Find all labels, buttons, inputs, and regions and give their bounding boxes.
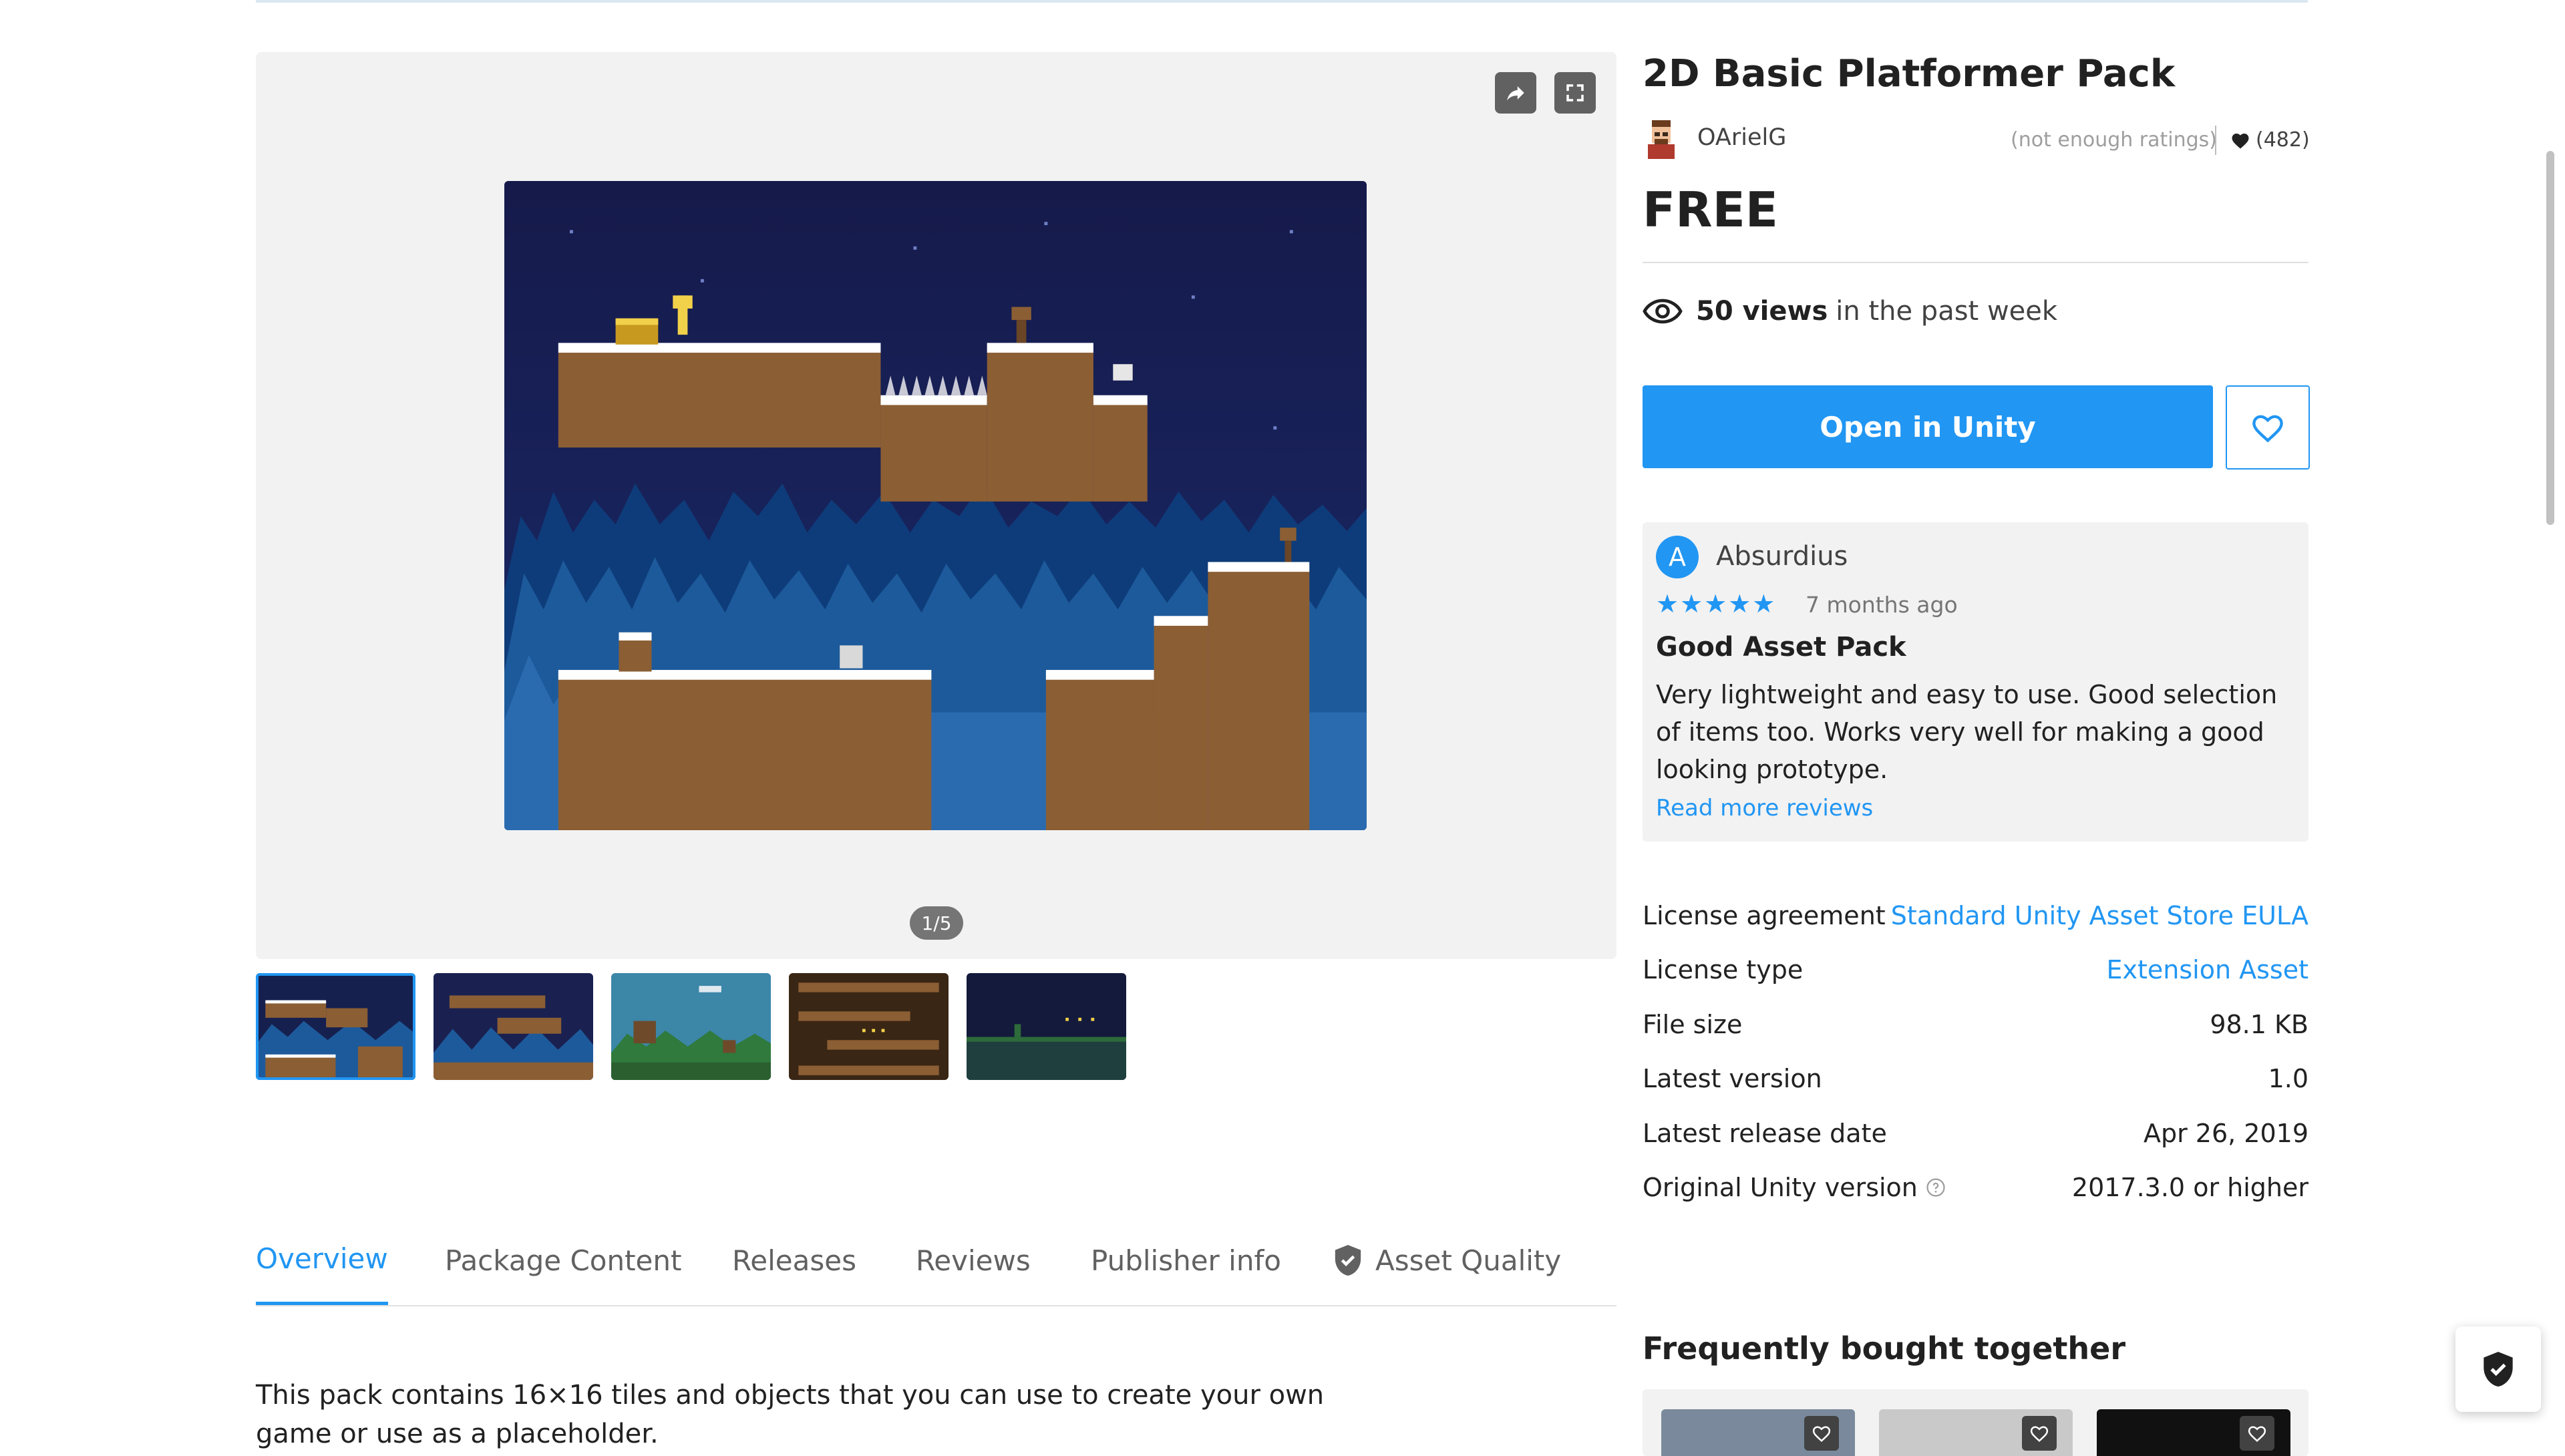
page-scrollbar-thumb[interactable] <box>2546 151 2554 525</box>
review-body: Very lightweight and easy to use. Good s… <box>1656 680 2278 784</box>
detail-row: License type Extension Asset <box>1643 943 2308 998</box>
heart-outline-icon[interactable] <box>1804 1416 1839 1451</box>
eye-icon <box>1643 299 1683 324</box>
reviewer-name: Absurdius <box>1716 541 1848 572</box>
share-button[interactable] <box>1495 72 1536 114</box>
detail-row: License agreement Standard Unity Asset S… <box>1643 888 2308 943</box>
publisher-name[interactable]: OArielG <box>1697 124 1786 151</box>
main-screenshot[interactable] <box>504 181 1367 830</box>
heart-outline-icon[interactable] <box>2022 1416 2057 1451</box>
price-divider <box>1643 262 2308 263</box>
detail-label: File size <box>1643 1009 1743 1039</box>
media-gallery: 1/5 <box>256 52 1616 959</box>
frequently-bought-heading: Frequently bought together <box>1643 1330 2126 1367</box>
fullscreen-icon <box>1566 84 1584 102</box>
tab-reviews[interactable]: Reviews <box>916 1216 1031 1305</box>
related-asset-card[interactable] <box>1879 1409 2073 1456</box>
favorites-count: (482) <box>2230 128 2310 152</box>
review-title: Good Asset Pack <box>1656 632 1906 663</box>
product-tabs: Overview Package Content Releases Review… <box>256 1216 1616 1306</box>
detail-value: 98.1 KB <box>2210 1009 2308 1039</box>
thumbnail-1[interactable] <box>256 973 415 1080</box>
views-count: 50 views <box>1696 296 1828 327</box>
thumbnail-4[interactable] <box>789 973 949 1080</box>
shield-check-icon <box>1333 1244 1363 1277</box>
thumbnail-3[interactable] <box>611 973 771 1080</box>
detail-label: Original Unity version <box>1643 1173 1918 1203</box>
review-stars: ★★★★★ <box>1656 589 1777 618</box>
price: FREE <box>1643 182 1778 238</box>
detail-label: Latest release date <box>1643 1118 1887 1148</box>
detail-label: Latest version <box>1643 1064 1822 1094</box>
heart-outline-icon[interactable] <box>2240 1416 2274 1451</box>
fullscreen-button[interactable] <box>1554 72 1596 114</box>
tab-overview[interactable]: Overview <box>256 1216 388 1305</box>
image-counter: 1/5 <box>910 906 963 940</box>
detail-label: License type <box>1643 955 1804 985</box>
wishlist-button[interactable] <box>2226 385 2310 470</box>
tab-publisher-info[interactable]: Publisher info <box>1091 1216 1281 1305</box>
share-icon <box>1507 86 1524 101</box>
thumbnail-5[interactable] <box>967 973 1126 1080</box>
ratings-note: (not enough ratings) <box>2011 128 2218 152</box>
read-more-reviews-link[interactable]: Read more reviews <box>1656 795 1873 822</box>
shield-check-icon <box>2484 1352 2513 1387</box>
product-details: License agreement Standard Unity Asset S… <box>1643 888 2308 1215</box>
tab-releases[interactable]: Releases <box>732 1216 856 1305</box>
reviewer-avatar: A <box>1656 536 1699 578</box>
detail-row: File size 98.1 KB <box>1643 997 2308 1052</box>
frequently-bought-carousel <box>1643 1389 2308 1456</box>
tab-asset-quality[interactable]: Asset Quality <box>1333 1216 1561 1305</box>
overview-description: This pack contains 16×16 tiles and objec… <box>256 1380 1325 1449</box>
publisher-avatar[interactable] <box>1643 119 1680 159</box>
product-title: 2D Basic Platformer Pack <box>1643 52 2176 96</box>
open-in-unity-button[interactable]: Open in Unity <box>1643 385 2213 468</box>
detail-row: Latest release date Apr 26, 2019 <box>1643 1106 2308 1161</box>
license-type-link[interactable]: Extension Asset <box>2107 955 2309 984</box>
ratings-separator <box>2215 126 2216 155</box>
detail-row: Latest version 1.0 <box>1643 1052 2308 1107</box>
tab-package-content[interactable]: Package Content <box>445 1216 681 1305</box>
heart-icon <box>2232 133 2249 148</box>
detail-value: 1.0 <box>2268 1064 2308 1094</box>
detail-label: License agreement <box>1643 900 1886 930</box>
detail-label-with-help: Original Unity version <box>1643 1173 1946 1202</box>
security-badge-button[interactable] <box>2455 1326 2541 1412</box>
weekly-views: 50 views in the past week <box>1643 294 2057 329</box>
detail-value: 2017.3.0 or higher <box>2071 1173 2308 1203</box>
thumbnail-2[interactable] <box>434 973 593 1080</box>
views-suffix: in the past week <box>1836 296 2058 327</box>
favorites-count-label: (482) <box>2256 128 2310 152</box>
help-icon[interactable] <box>1926 1177 1946 1198</box>
top-divider <box>256 0 2308 3</box>
detail-value: Apr 26, 2019 <box>2143 1118 2308 1148</box>
detail-row: Original Unity version 2017.3.0 or highe… <box>1643 1161 2308 1216</box>
review-date: 7 months ago <box>1806 592 1958 618</box>
featured-review: A Absurdius ★★★★★ 7 months ago Good Asse… <box>1643 522 2308 842</box>
related-asset-card[interactable] <box>2097 1409 2290 1456</box>
tab-asset-quality-label: Asset Quality <box>1375 1244 1562 1277</box>
license-agreement-link[interactable]: Standard Unity Asset Store EULA <box>1891 901 2308 930</box>
related-asset-card[interactable] <box>1661 1409 1855 1456</box>
heart-outline-icon <box>2252 415 2283 443</box>
